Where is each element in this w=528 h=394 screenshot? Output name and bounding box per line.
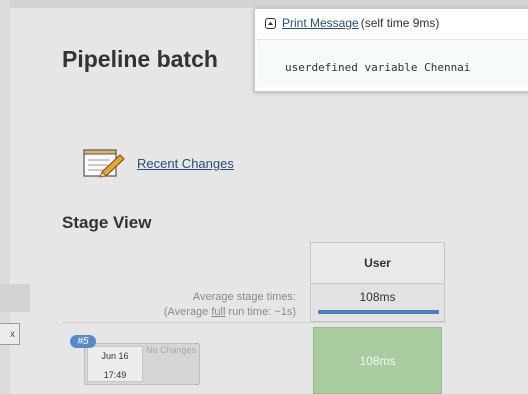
average-stage-times-label: Average stage times: (Average full run t… — [90, 290, 296, 320]
run-date: Jun 16 17:49 — [87, 346, 143, 382]
console-log-line: userdefined variable Chennai — [285, 61, 471, 74]
stage-header-user: User — [310, 242, 445, 284]
print-message-link[interactable]: Print Message — [282, 16, 359, 30]
popup-log-body: userdefined variable Chennai — [257, 39, 528, 87]
step-collapse-icon[interactable] — [265, 17, 276, 29]
notepad-pencil-icon — [83, 149, 125, 178]
average-run-time-line: (Average full run time: ~1s) — [90, 305, 296, 320]
average-time-bar — [318, 310, 439, 314]
step-log-popup: Print Message (self time 9ms) userdefine… — [254, 8, 528, 92]
popup-self-time: (self time 9ms) — [360, 16, 440, 30]
top-bar — [0, 0, 528, 8]
average-time-value: 108ms — [359, 290, 396, 304]
recent-changes-link[interactable]: Recent Changes — [137, 156, 234, 171]
row-separator — [62, 322, 445, 323]
stage-header-label: User — [364, 256, 391, 270]
average-run-time-prefix: (Average — [163, 306, 212, 318]
average-time-cell: 108ms — [310, 284, 445, 322]
average-stage-times-line: Average stage times: — [192, 291, 296, 303]
close-icon: x — [10, 328, 15, 340]
left-panel-header — [0, 284, 30, 312]
run-number-badge[interactable]: #5 — [70, 335, 96, 348]
left-panel-close-button[interactable]: x — [0, 323, 20, 345]
popup-header: Print Message (self time 9ms) — [255, 9, 528, 37]
stage-cell-user[interactable]: 108ms — [313, 327, 442, 394]
stage-view-heading: Stage View — [62, 213, 152, 232]
run-summary[interactable]: Jun 16 17:49 No Changes — [84, 343, 200, 385]
run-date-time: 17:49 — [103, 370, 127, 380]
average-run-time-suffix: run time: ~1s) — [225, 306, 296, 318]
page-title: Pipeline batch — [62, 46, 218, 72]
full-run-link[interactable]: full — [211, 306, 225, 318]
run-date-day: Jun 16 — [101, 351, 129, 361]
run-changes: No Changes — [145, 345, 197, 355]
